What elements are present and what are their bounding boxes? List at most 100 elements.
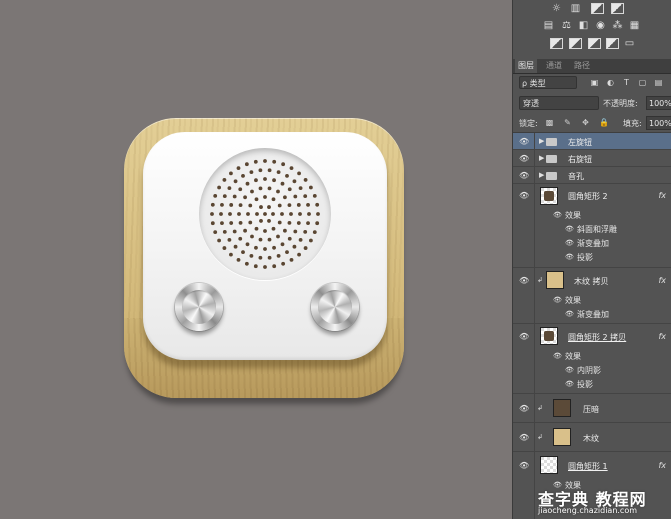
speaker-hole [210,221,215,226]
blend-mode-select[interactable]: 穿透 [519,96,599,110]
visibility-eye-icon[interactable]: 👁 [519,191,529,200]
effect-eye-icon[interactable]: 👁 [565,310,574,318]
speaker-hole [248,220,253,225]
levels-icon[interactable]: ▥ [569,3,582,14]
fx-badge[interactable]: fx [658,332,666,341]
lock-all-icon[interactable]: 🔒 [599,118,609,127]
visibility-eye-icon[interactable]: 👁 [519,137,529,146]
layer-row[interactable]: 👁 ↲ 木纹 拷贝 fx 👁 效果 👁 渐变叠加 [513,268,671,324]
shape-filter-icon[interactable]: ▢ [638,78,647,87]
layer-row[interactable]: 👁 ↲ 压暗 [513,394,671,423]
effect-eye-icon[interactable]: 👁 [565,366,574,374]
color-balance-icon[interactable]: ⚖ [560,20,573,31]
layer-row[interactable]: 👁 圆角矩形 2 拷贝 fx 👁 效果 👁 内阴影 👁 投影 [513,324,671,394]
expand-arrow-icon[interactable]: ▶ [539,171,544,179]
color-lookup-icon[interactable]: ▦ [628,20,641,31]
invert-icon[interactable] [550,38,563,49]
curves-icon[interactable] [591,3,604,14]
effect-item[interactable]: 投影 [577,252,593,263]
effect-eye-icon[interactable]: 👁 [565,239,574,247]
speaker-hole [244,261,249,266]
clipping-mask-icon: ↲ [537,276,543,284]
selective-color-icon[interactable] [606,38,619,49]
speaker-hole [303,246,308,250]
speaker-hole [303,230,308,234]
effects-eye-icon[interactable]: 👁 [553,211,562,219]
channel-mixer-icon[interactable]: ⁂ [611,20,624,31]
posterize-icon[interactable] [569,38,582,49]
visibility-eye-icon[interactable]: 👁 [519,154,529,163]
speaker-hole [303,194,308,198]
visibility-eye-icon[interactable]: 👁 [519,171,529,180]
speaker-hole [267,219,271,223]
layer-row[interactable]: 👁 ▶ 音孔 [513,167,671,184]
fx-badge[interactable]: fx [658,276,666,285]
fill-input[interactable]: 100% [646,116,671,130]
layer-row[interactable]: 👁 ▶ 右旋钮 [513,150,671,167]
smart-object-filter-icon[interactable]: ▤ [654,78,663,87]
speaker-hole [255,212,259,216]
photo-filter-icon[interactable]: ◉ [594,20,607,31]
radio-app-icon-artwork [124,118,404,398]
expand-arrow-icon[interactable]: ▶ [539,137,544,145]
adjustment-filter-icon[interactable]: ◐ [606,78,615,87]
black-white-icon[interactable]: ◧ [577,20,590,31]
speaker-hole [280,181,285,186]
effect-item[interactable]: 内阴影 [577,365,601,376]
effect-item[interactable]: 渐变叠加 [577,238,609,249]
document-canvas[interactable] [0,0,512,519]
effect-item[interactable]: 渐变叠加 [577,309,609,320]
fx-badge[interactable]: fx [658,461,666,470]
threshold-icon[interactable] [588,38,601,49]
layer-name: 右旋钮 [568,155,592,164]
speaker-hole [298,186,303,191]
speaker-hole [233,179,238,184]
effect-item[interactable]: 斜面和浮雕 [577,224,617,235]
lock-image-icon[interactable]: ✎ [563,118,572,127]
effects-eye-icon[interactable]: 👁 [553,352,562,360]
speaker-hole [272,159,277,164]
speaker-hole [315,221,320,226]
effect-item[interactable]: 投影 [577,379,593,390]
layer-name: 圆角矩形 2 [568,192,608,201]
visibility-eye-icon[interactable]: 👁 [519,404,529,413]
speaker-hole [232,194,237,199]
speaker-hole [287,203,292,208]
vibrance-icon[interactable]: ▤ [542,20,555,31]
speaker-hole [253,264,258,269]
layer-row[interactable]: 👁 圆角矩形 2 fx 👁 效果 👁 斜面和浮雕 👁 渐变叠加 👁 投影 [513,184,671,268]
speaker-hole [258,168,263,173]
effects-eye-icon[interactable]: 👁 [553,296,562,304]
expand-arrow-icon[interactable]: ▶ [539,154,544,162]
visibility-eye-icon[interactable]: 👁 [519,332,529,341]
gradient-map-icon[interactable]: ▭ [623,38,636,49]
speaker-grille [199,148,331,280]
speaker-hole [263,159,267,163]
layer-row[interactable]: 👁 ↲ 木纹 [513,423,671,452]
exposure-icon[interactable] [611,3,624,14]
lock-position-icon[interactable]: ✥ [581,118,590,127]
filter-kind-select[interactable]: ρ 类型 [519,76,577,89]
visibility-eye-icon[interactable]: 👁 [519,276,529,285]
visibility-eye-icon[interactable]: 👁 [519,433,529,442]
speaker-hole [280,242,285,247]
speaker-hole [245,181,250,186]
visibility-eye-icon[interactable]: 👁 [519,461,529,470]
tab-layers[interactable]: 图层 [515,59,537,73]
speaker-hole [232,229,237,234]
fx-badge[interactable]: fx [658,191,666,200]
effect-eye-icon[interactable]: 👁 [565,380,574,388]
layer-row[interactable]: 👁 ▶ 左旋钮 [513,133,671,150]
opacity-input[interactable]: 100% [646,96,671,110]
image-filter-icon[interactable]: ▣ [590,78,599,87]
tab-channels[interactable]: 通道 [543,59,565,73]
speaker-hole [277,220,282,225]
speaker-hole [289,212,293,216]
effect-eye-icon[interactable]: 👁 [565,225,574,233]
effect-eye-icon[interactable]: 👁 [565,253,574,261]
brightness-icon[interactable]: ☼ [550,3,563,14]
speaker-hole [272,264,277,269]
lock-transparent-icon[interactable]: ▩ [545,118,554,127]
type-filter-icon[interactable]: T [622,78,631,87]
tab-paths[interactable]: 路径 [571,59,593,73]
